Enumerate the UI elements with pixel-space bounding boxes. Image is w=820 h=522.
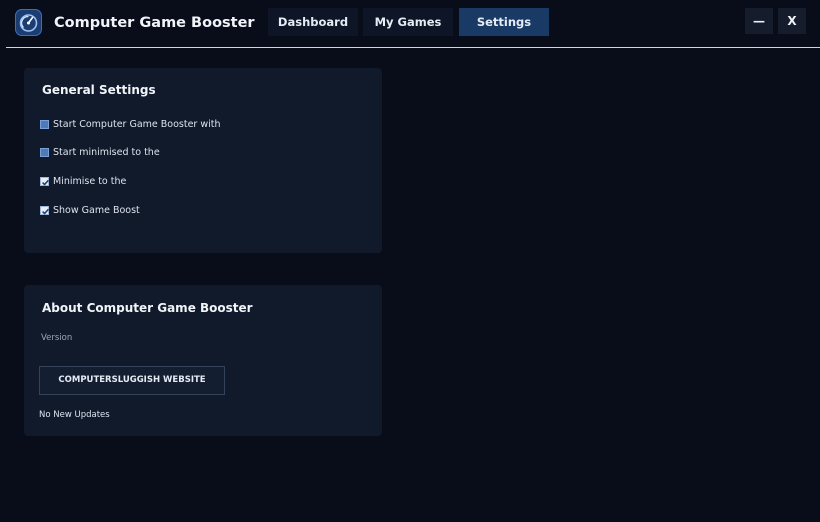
tab-dashboard[interactable]: Dashboard	[268, 8, 358, 36]
tab-settings[interactable]: Settings	[459, 8, 549, 36]
speedometer-icon	[15, 9, 42, 36]
checkbox[interactable]	[40, 206, 49, 215]
tab-my-games[interactable]: My Games	[363, 8, 453, 36]
close-button[interactable]: X	[778, 8, 806, 34]
general-settings-panel: General Settings Start Computer Game Boo…	[24, 68, 382, 253]
update-status: No New Updates	[39, 410, 110, 420]
checkmark-icon	[42, 179, 49, 186]
about-title: About Computer Game Booster	[42, 301, 253, 315]
checkmark-icon	[42, 208, 49, 215]
version-label: Version	[41, 333, 73, 343]
option-label: Show Game Boost	[53, 205, 140, 216]
general-settings-title: General Settings	[42, 83, 156, 97]
app-title: Computer Game Booster	[54, 15, 255, 31]
checkbox[interactable]	[40, 148, 49, 157]
checkbox[interactable]	[40, 120, 49, 129]
title-bar: Computer Game Booster Dashboard My Games…	[0, 0, 820, 47]
minimize-button[interactable]: —	[745, 8, 773, 34]
website-button[interactable]: COMPUTERSLUGGISH WEBSITE	[39, 366, 225, 395]
option-label: Start Computer Game Booster with	[53, 119, 221, 130]
checkbox[interactable]	[40, 177, 49, 186]
option-label: Minimise to the	[53, 176, 127, 187]
option-label: Start minimised to the	[53, 147, 160, 158]
title-divider	[6, 47, 820, 48]
about-panel: About Computer Game Booster Version COMP…	[24, 285, 382, 436]
